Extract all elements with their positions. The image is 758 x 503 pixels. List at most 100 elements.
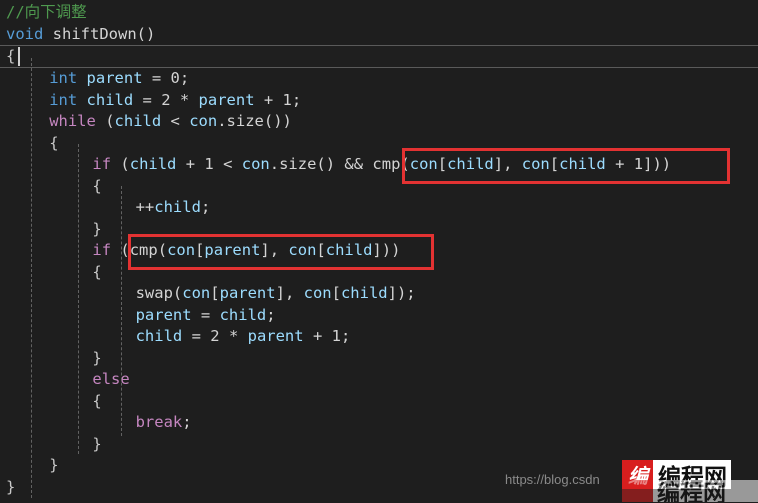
code-line[interactable]: if (cmp(con[parent], con[child])) [0,240,758,262]
code-token: while [49,112,96,130]
code-line[interactable]: int child = 2 * parent + 1; [0,90,758,112]
text-caret [18,47,20,66]
code-token: parent [86,69,143,87]
code-token: 2 [210,327,220,345]
code-token: .size()) [217,112,292,130]
code-token: child [114,112,162,130]
code-token: ]); [387,284,416,302]
code-token: ], [493,155,522,173]
code-token: } [92,434,102,453]
code-line[interactable]: ++child; [0,197,758,219]
code-token: ++ [135,198,155,216]
code-token: [ [195,241,205,259]
code-token: = [191,305,220,324]
code-line[interactable]: } [0,348,758,370]
code-token: con [288,241,317,259]
code-token: ], [260,241,289,259]
code-line[interactable]: { [0,391,758,413]
code-token: [ [549,155,560,173]
code-token: break [135,413,183,431]
code-token: child [135,327,183,345]
code-line[interactable]: void shiftDown() [0,24,758,46]
code-token: child [154,198,201,216]
code-token: + [303,327,332,345]
code-line[interactable]: child = 2 * parent + 1; [0,326,758,348]
code-line[interactable]: int parent = 0; [0,68,758,90]
code-line[interactable]: { [0,133,758,155]
code-token: + [176,155,205,173]
code-line[interactable]: while (child < con.size()) [0,111,758,133]
code-token: } [6,477,16,496]
code-token: 1 [331,327,341,345]
code-token: { [92,176,102,195]
code-token: [ [316,241,326,259]
code-token: con [521,155,550,173]
code-token: void [6,24,44,43]
code-token: { [49,133,59,152]
code-line[interactable]: //向下调整 [0,2,758,24]
code-token: child [86,90,134,109]
code-token: } [49,456,59,474]
code-line[interactable]: { [0,45,758,68]
code-token: con [241,155,270,173]
code-token: ; [266,305,276,324]
code-token: () [136,24,156,43]
code-line[interactable]: { [0,262,758,284]
code-token: } [92,348,102,367]
code-token: [ [437,155,448,173]
code-line[interactable]: } [0,434,758,456]
code-token: + [254,90,283,109]
code-token: * [219,327,248,345]
code-token: [ [210,284,220,302]
code-token: .size() [269,155,345,173]
code-token: con [303,284,332,302]
code-token: parent [135,305,192,324]
code-token: && [344,155,364,173]
code-token: swap( [135,284,183,302]
code-token: = [133,90,162,109]
code-token: ; [179,69,190,87]
code-token: int [49,69,78,87]
code-token: int [49,90,78,109]
code-token: ; [340,327,351,345]
code-token: 0 [170,69,180,87]
code-token: else [92,370,130,388]
logo-mark-icon: 编 [622,460,653,489]
code-token: ( [95,112,115,130]
code-token: + [605,155,634,173]
code-token: parent [198,90,255,109]
code-token: child [129,155,177,173]
code-token: 2 [161,90,171,109]
code-token: con [189,112,218,130]
code-token: cmp( [363,155,410,173]
code-token: parent [219,284,276,302]
code-line[interactable]: { [0,176,758,198]
code-editor-surface[interactable]: //向下调整 void shiftDown(){int parent = 0; in… [0,0,758,503]
code-token: * [170,90,199,109]
code-token: 1 [282,90,292,109]
code-token: < [213,155,242,173]
code-token: child [559,155,606,173]
code-token: = [142,69,171,87]
code-token: child [325,241,373,259]
code-line[interactable]: else [0,369,758,391]
code-line[interactable]: parent = child; [0,305,758,327]
code-token: (cmp( [111,241,168,259]
code-line[interactable]: } [0,219,758,241]
code-lines-container[interactable]: //向下调整 void shiftDown(){int parent = 0; in… [0,0,758,498]
code-token: ; [182,413,192,431]
code-token: = [182,327,211,345]
code-token: { [92,262,102,281]
code-line[interactable]: if (child + 1 < con.size() && cmp(con[ch… [0,154,758,176]
code-token: ; [200,198,211,216]
code-line[interactable]: swap(con[parent], con[child]); [0,283,758,305]
code-token: ( [111,155,130,173]
code-token: if [92,241,112,259]
logo-wordmark: 编程网 [653,460,731,491]
code-token: 1 [204,155,214,173]
code-token: ; [291,90,302,109]
code-line[interactable]: break; [0,412,758,434]
code-token: < [161,112,190,130]
